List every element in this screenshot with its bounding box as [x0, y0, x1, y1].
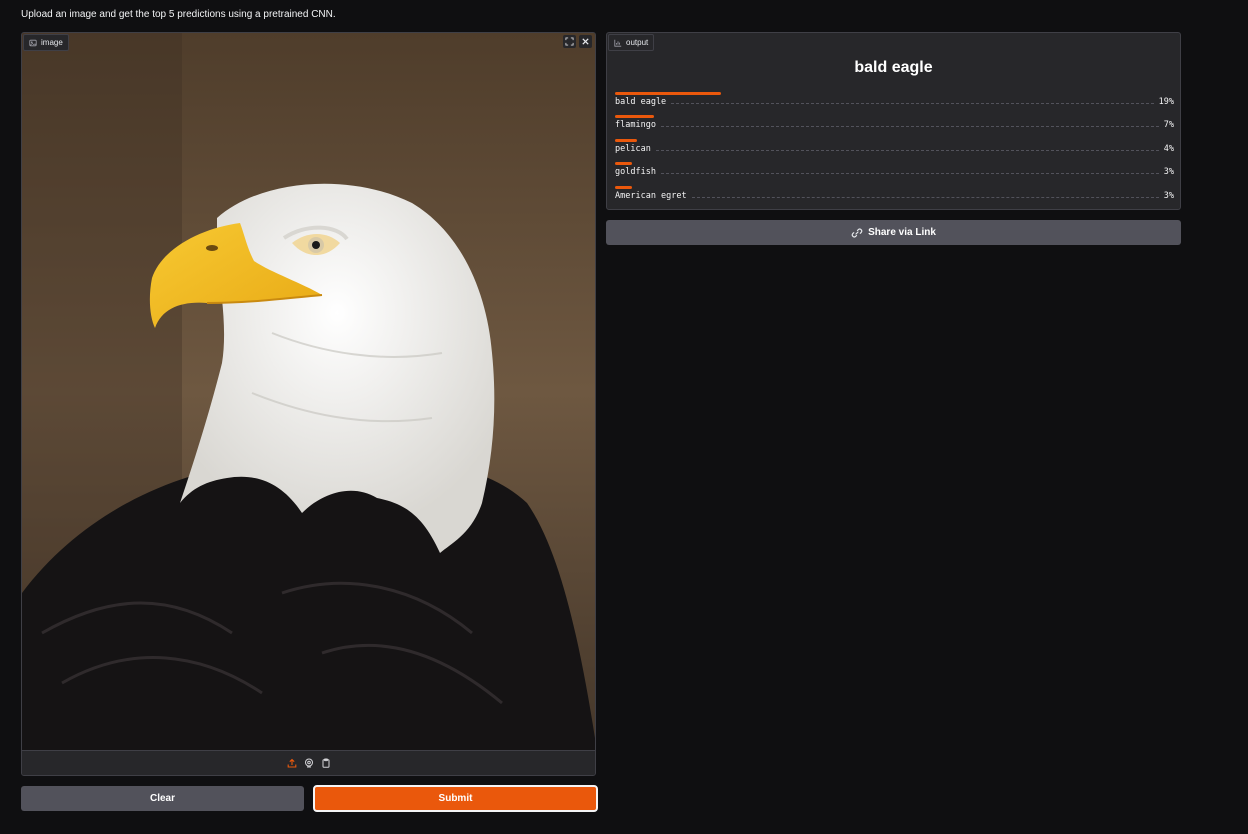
confidence-row: flamingo 7%: [615, 115, 1174, 138]
confidence-value: 7%: [1163, 120, 1174, 131]
fullscreen-icon: [565, 37, 574, 46]
close-icon: [582, 38, 589, 45]
confidence-value: 3%: [1163, 190, 1174, 201]
confidence-row: pelican 4%: [615, 138, 1174, 162]
output-panel: output bald eagle bald eagle 19% flaming…: [606, 32, 1181, 210]
clipboard-icon: [322, 758, 329, 768]
uploaded-image: [22, 33, 595, 751]
image-label-chip: image: [23, 34, 69, 51]
dotted-leader: [655, 149, 1159, 151]
confidence-bar: [615, 115, 655, 119]
image-input-panel[interactable]: image: [21, 32, 596, 776]
share-via-link-button[interactable]: Share via Link: [606, 220, 1181, 245]
dotted-leader: [691, 196, 1159, 198]
confidence-bar: [615, 92, 722, 95]
upload-button[interactable]: [287, 758, 297, 768]
dotted-leader: [671, 103, 1154, 104]
confidence-label: goldfish: [615, 167, 656, 178]
webcam-icon: [304, 758, 313, 768]
confidence-row: bald eagle 19%: [615, 92, 1174, 115]
share-label: Share via Link: [868, 227, 936, 238]
confidence-value: 19%: [1158, 97, 1174, 107]
clear-button[interactable]: Clear: [21, 786, 304, 811]
upload-icon: [287, 758, 296, 768]
confidence-list: bald eagle 19% flamingo 7% pelican 4% go…: [615, 92, 1174, 209]
image-source-toolbar: [22, 750, 595, 775]
confidence-value: 4%: [1163, 143, 1174, 154]
app-description: Upload an image and get the top 5 predic…: [21, 9, 336, 20]
top-prediction: bald eagle: [854, 59, 933, 76]
confidence-label: flamingo: [615, 120, 656, 131]
confidence-label: pelican: [615, 143, 651, 154]
confidence-bar: [615, 138, 638, 142]
dotted-leader: [660, 173, 1159, 175]
image-label: image: [41, 38, 63, 47]
webcam-button[interactable]: [304, 758, 314, 768]
confidence-label: bald eagle: [615, 97, 667, 107]
clipboard-button[interactable]: [321, 758, 331, 768]
submit-button[interactable]: Submit: [313, 785, 598, 812]
chart-icon: [614, 39, 622, 47]
confidence-bar: [615, 162, 632, 166]
confidence-row: goldfish 3%: [615, 162, 1174, 185]
image-icon: [29, 39, 37, 46]
confidence-label: American egret: [615, 190, 687, 201]
dotted-leader: [660, 126, 1159, 128]
link-icon: [851, 228, 863, 237]
remove-image-button[interactable]: [579, 35, 592, 48]
confidence-bar: [615, 185, 632, 189]
confidence-row: American egret 3%: [615, 185, 1174, 209]
confidence-value: 3%: [1163, 167, 1174, 178]
output-label-chip: output: [608, 34, 655, 51]
fullscreen-button[interactable]: [563, 35, 576, 48]
output-label: output: [626, 38, 649, 47]
